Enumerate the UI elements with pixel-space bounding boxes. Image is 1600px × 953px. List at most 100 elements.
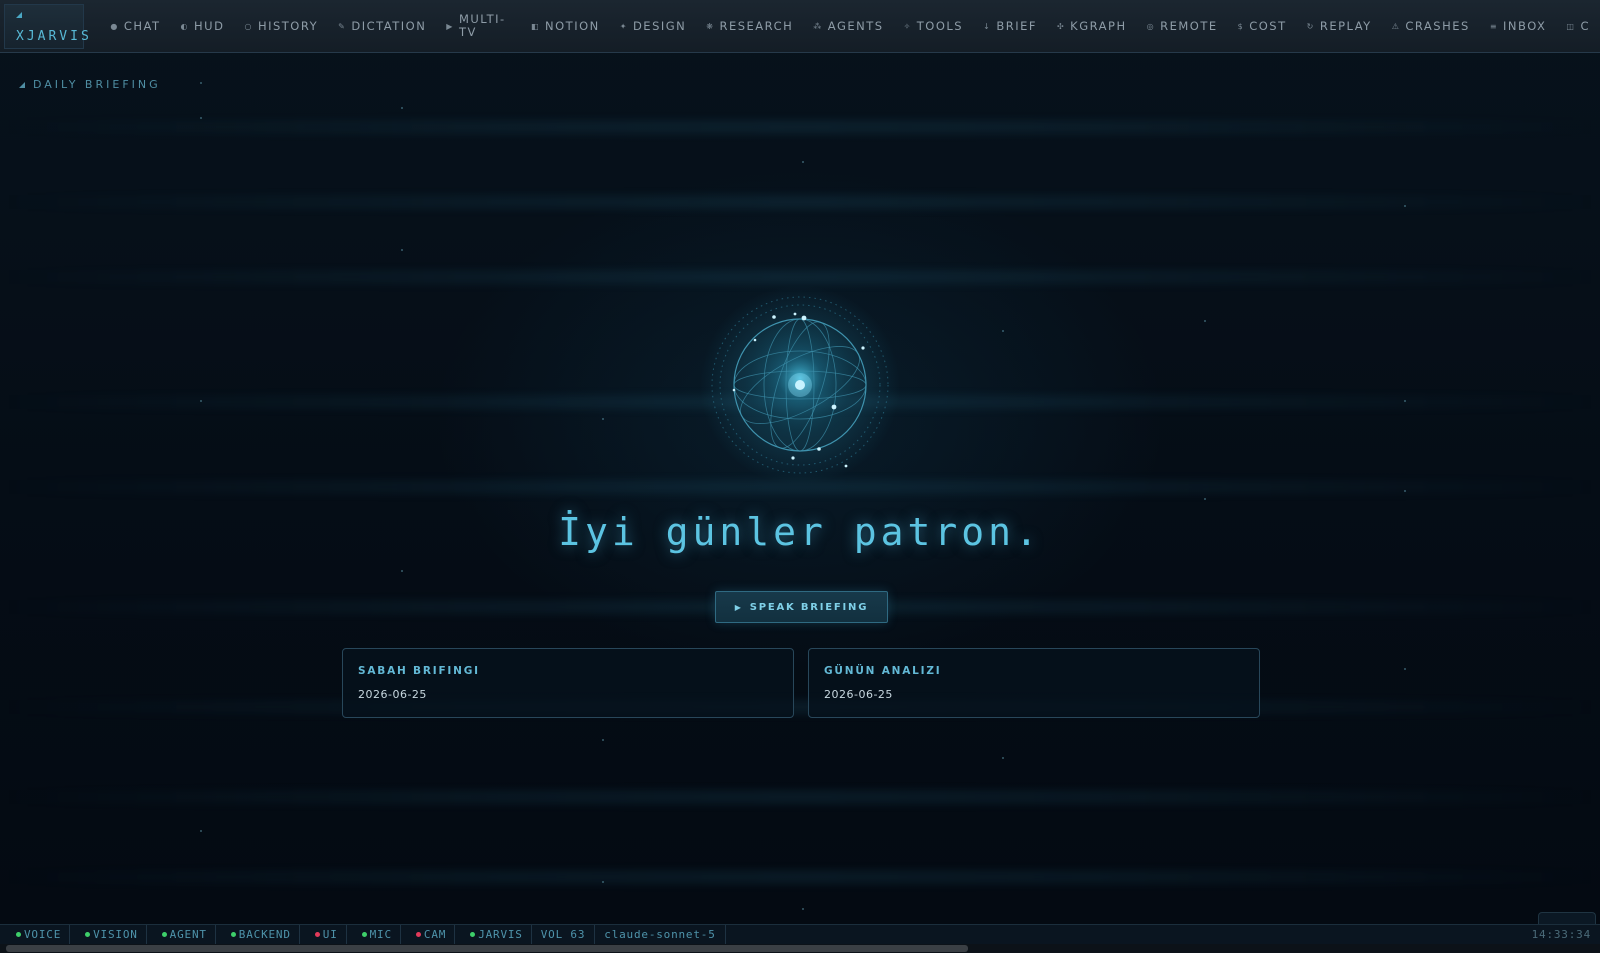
brand-triangle-icon bbox=[16, 11, 22, 18]
status-ui[interactable]: UI bbox=[300, 924, 347, 945]
jarvis-orb[interactable] bbox=[690, 280, 910, 500]
status-led-icon bbox=[230, 932, 236, 937]
status-led-icon bbox=[16, 932, 21, 937]
chat-dot-icon: ● bbox=[110, 21, 119, 31]
status-vision[interactable]: VISION bbox=[70, 924, 147, 945]
nav-item-label: BRIEF bbox=[996, 19, 1037, 33]
app-window: XJARVIS ● CHAT ◐ HUD ○ HISTORY ✎ DICTATION ▶ MULT… bbox=[0, 0, 1600, 953]
replay-icon: ↻ bbox=[1306, 21, 1315, 31]
notion-icon: ◧ bbox=[530, 21, 541, 31]
star-dot bbox=[1204, 498, 1206, 500]
nav-item-brief[interactable]: ↓ BRIEF bbox=[983, 0, 1047, 53]
nav-item-label: NOTION bbox=[545, 19, 600, 33]
status-label: JARVIS bbox=[478, 928, 523, 941]
dictation-icon: ✎ bbox=[338, 21, 347, 31]
crashes-icon: ⚠ bbox=[1391, 21, 1401, 31]
greeting-text: İyi günler patron. bbox=[558, 510, 1042, 554]
star-dot bbox=[1404, 400, 1406, 402]
star-dot bbox=[1404, 205, 1406, 207]
briefing-card-analysis[interactable]: GÜNÜN ANALIZI 2026-06-25 bbox=[808, 648, 1260, 718]
nav-item-label: COST bbox=[1249, 19, 1287, 33]
status-label: AGENT bbox=[169, 928, 207, 941]
kgraph-icon: ✣ bbox=[1056, 21, 1066, 31]
star-dot bbox=[802, 161, 804, 163]
nav-item-label: REMOTE bbox=[1160, 19, 1218, 33]
remote-icon: ◎ bbox=[1146, 21, 1156, 31]
nav-item-label: HUD bbox=[194, 19, 225, 33]
research-icon: ❋ bbox=[706, 21, 715, 31]
nav-item-dictation[interactable]: ✎ DICTATION bbox=[338, 0, 436, 53]
star-dot bbox=[200, 82, 202, 84]
status-clock: 14:33:34 bbox=[1531, 928, 1591, 941]
status-led-icon bbox=[470, 932, 476, 937]
scrollbar-thumb[interactable] bbox=[6, 945, 968, 952]
nav-item-crashes[interactable]: ⚠ CRASHES bbox=[1392, 0, 1480, 53]
nav-item-replay[interactable]: ↻ REPLAY bbox=[1307, 0, 1382, 53]
status-agent[interactable]: AGENT bbox=[147, 924, 216, 945]
card-title: SABAH BRIFINGI bbox=[358, 665, 480, 677]
nav-item-label: RESEARCH bbox=[719, 19, 794, 33]
status-label: UI bbox=[322, 928, 338, 941]
background-band bbox=[0, 195, 1600, 209]
briefing-card-morning[interactable]: SABAH BRIFINGI 2026-06-25 bbox=[342, 648, 794, 718]
status-led-icon bbox=[415, 932, 421, 937]
nav-item-label: AGENTS bbox=[827, 19, 884, 33]
status-led-icon bbox=[85, 932, 91, 937]
nav-item-label: KGRAPH bbox=[1070, 19, 1127, 33]
background-band bbox=[0, 870, 1600, 884]
model-readout[interactable]: claude-sonnet-5 bbox=[595, 924, 726, 945]
star-dot bbox=[401, 570, 403, 572]
nav-item-remote[interactable]: ◎ REMOTE bbox=[1147, 0, 1228, 53]
nav-item-c[interactable]: ◫ C bbox=[1566, 0, 1600, 53]
cost-icon: $ bbox=[1237, 21, 1245, 31]
nav-item-label: CRASHES bbox=[1405, 19, 1470, 33]
star-dot bbox=[1204, 320, 1206, 322]
status-mic[interactable]: MIC bbox=[347, 924, 401, 945]
nav-item-design[interactable]: ✦ DESIGN bbox=[620, 0, 697, 53]
star-dot bbox=[401, 249, 403, 251]
star-dot bbox=[602, 418, 604, 420]
play-icon: ▶ bbox=[734, 602, 743, 612]
status-label: CAM bbox=[423, 928, 447, 941]
nav-item-hud[interactable]: ◐ HUD bbox=[181, 0, 235, 53]
nav-item-multi-tv[interactable]: ▶ MULTI-TV bbox=[446, 0, 521, 53]
background-band bbox=[0, 120, 1600, 134]
star-dot bbox=[200, 117, 202, 119]
status-label: MIC bbox=[369, 928, 392, 941]
status-led-icon bbox=[314, 932, 320, 937]
nav-item-agents[interactable]: ⁂ AGENTS bbox=[813, 0, 893, 53]
volume-readout[interactable]: VOL 63 bbox=[532, 924, 596, 945]
star-dot bbox=[200, 400, 202, 402]
nav-item-inbox[interactable]: ≡ INBOX bbox=[1490, 0, 1557, 53]
speak-briefing-button[interactable]: ▶ SPEAK BRIEFING bbox=[715, 591, 888, 623]
nav-item-tools[interactable]: ✧ TOOLS bbox=[904, 0, 974, 53]
star-dot bbox=[802, 908, 804, 910]
inbox-icon: ≡ bbox=[1489, 21, 1499, 31]
nav-item-research[interactable]: ❋ RESEARCH bbox=[706, 0, 803, 53]
hud-icon: ◐ bbox=[180, 21, 190, 31]
background-band bbox=[0, 790, 1600, 804]
section-label-text: DAILY BRIEFING bbox=[33, 78, 161, 91]
nav-item-chat[interactable]: ● CHAT bbox=[110, 0, 170, 53]
nav-item-label: TOOLS bbox=[916, 19, 964, 33]
tools-icon: ✧ bbox=[903, 21, 912, 31]
nav-item-label: DESIGN bbox=[632, 19, 687, 33]
status-voice[interactable]: VOICE bbox=[0, 924, 71, 945]
corner-toggle[interactable] bbox=[1538, 912, 1596, 924]
status-backend[interactable]: BACKEND bbox=[216, 924, 300, 945]
nav-item-history[interactable]: ○ HISTORY bbox=[244, 0, 328, 53]
card-title: GÜNÜN ANALIZI bbox=[824, 665, 942, 677]
nav-item-label: REPLAY bbox=[1319, 19, 1372, 33]
nav-item-label: CHAT bbox=[123, 19, 161, 33]
speak-briefing-label: SPEAK BRIEFING bbox=[749, 601, 869, 613]
nav-item-kgraph[interactable]: ✣ KGRAPH bbox=[1057, 0, 1137, 53]
nav-items: ● CHAT ◐ HUD ○ HISTORY ✎ DICTATION ▶ MULTI-TV ◧ NOT… bbox=[110, 0, 1600, 53]
status-jarvis[interactable]: JARVIS bbox=[455, 924, 532, 945]
nav-item-notion[interactable]: ◧ NOTION bbox=[531, 0, 610, 53]
nav-item-cost[interactable]: $ COST bbox=[1238, 0, 1297, 53]
star-dot bbox=[1002, 757, 1004, 759]
status-bar: VOICE VISION AGENT BACKEND UI MIC CAM JARVIS VO… bbox=[0, 924, 1600, 945]
brand-logo[interactable]: XJARVIS bbox=[4, 3, 89, 49]
status-cam[interactable]: CAM bbox=[401, 924, 456, 945]
status-label: BACKEND bbox=[238, 928, 291, 941]
